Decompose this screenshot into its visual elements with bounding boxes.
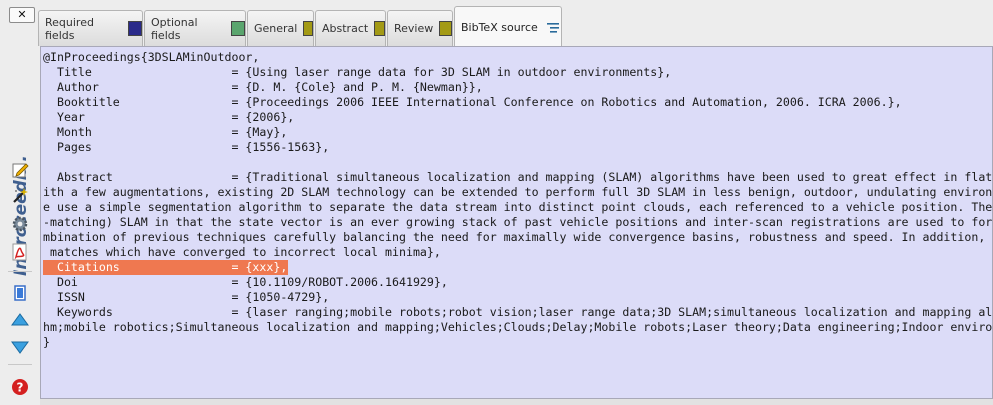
source-line (43, 155, 992, 170)
source-line: } (43, 335, 50, 349)
optional-fields-color-swatch (230, 21, 245, 36)
abstract-color-swatch (374, 21, 385, 36)
magic-wand-icon[interactable] (11, 187, 29, 205)
settings-gear-icon[interactable] (11, 215, 29, 233)
tab-label: Optional fields (151, 15, 198, 42)
tab-review[interactable]: Review (387, 10, 453, 46)
source-lines-icon (546, 22, 560, 33)
source-line: mbination of previous techniques careful… (43, 230, 986, 244)
source-line: Year = {2006}, (43, 110, 295, 124)
source-line: Booktitle = {Proceedings 2006 IEEE Inter… (43, 95, 902, 109)
source-line: Month = {May}, (43, 125, 288, 139)
help-icon[interactable]: ? (11, 378, 29, 396)
move-up-icon[interactable] (11, 311, 29, 329)
source-line: matches which have converged to incorrec… (43, 245, 441, 259)
tab-bibtex-source[interactable]: BibTeX source (454, 6, 562, 47)
close-entry-editor-button[interactable]: ✕ (9, 7, 35, 23)
copy-icon[interactable] (11, 284, 29, 302)
tab-label: BibTeX source (461, 20, 538, 34)
tab-optional-fields[interactable]: Optional fields (144, 10, 246, 46)
source-line: e use a simple segmentation algorithm to… (43, 200, 993, 214)
source-line: Author = {D. M. {Cole} and P. M. {Newman… (43, 80, 483, 94)
source-line: -matching) SLAM in that the state vector… (43, 215, 993, 229)
toolbar-separator (8, 364, 32, 365)
source-line: Abstract = {Traditional simultaneous loc… (43, 170, 993, 184)
tab-required-fields[interactable]: Required fields (38, 10, 143, 46)
tab-label: Abstract (322, 22, 369, 35)
entry-editor-toolbar: ✕ InProceedi... ? (0, 0, 38, 405)
pdf-icon[interactable] (11, 243, 29, 261)
tab-label: General (254, 22, 298, 35)
review-color-swatch (439, 21, 452, 36)
highlighted-source-line: Citations = {xxx}, (43, 260, 288, 275)
source-line: ith a few augmentations, existing 2D SLA… (43, 185, 993, 199)
general-color-swatch (303, 21, 313, 36)
required-fields-color-swatch (127, 21, 142, 36)
bibtex-source-editor[interactable]: @InProceedings{3DSLAMinOutdoor, Title = … (40, 46, 993, 399)
source-line: Keywords = {laser ranging;mobile robots;… (43, 305, 993, 319)
tab-label: Review (394, 22, 434, 35)
move-down-icon[interactable] (11, 338, 29, 356)
edit-icon[interactable] (11, 161, 29, 179)
toolbar-separator (8, 271, 32, 272)
tab-general[interactable]: General (247, 10, 314, 46)
bibtex-source-text: @InProceedings{3DSLAMinOutdoor, Title = … (43, 50, 992, 350)
tab-abstract[interactable]: Abstract (315, 10, 386, 46)
entry-editor-tabs: Required fields Optional fields General … (38, 0, 993, 47)
source-line: @InProceedings{3DSLAMinOutdoor, (43, 50, 260, 64)
tab-label: Required fields (45, 15, 94, 42)
source-line: Title = {Using laser range data for 3D S… (43, 65, 672, 79)
source-line: Pages = {1556-1563}, (43, 140, 330, 154)
editor-bottom-strip (40, 399, 993, 405)
source-line: Doi = {10.1109/ROBOT.2006.1641929}, (43, 275, 448, 289)
source-line: ISSN = {1050-4729}, (43, 290, 330, 304)
source-line: hm;mobile robotics;Simultaneous localiza… (43, 320, 993, 334)
svg-text:?: ? (17, 381, 24, 395)
